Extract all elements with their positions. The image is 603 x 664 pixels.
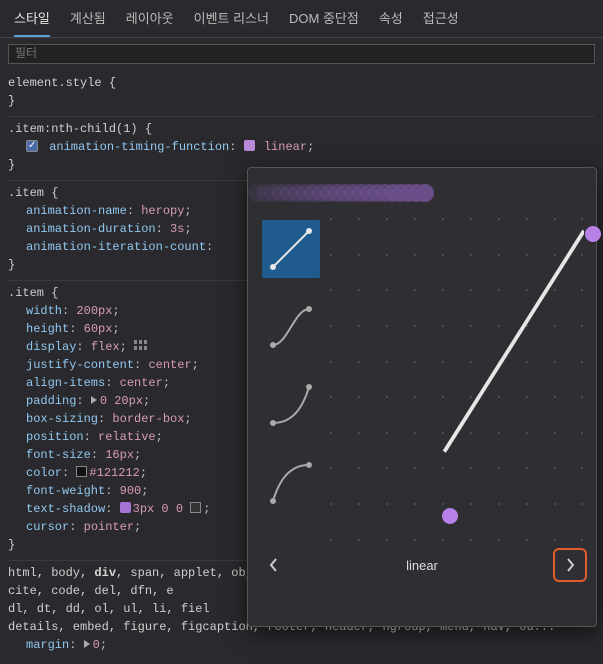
value[interactable]: 0 20px (100, 394, 143, 408)
value[interactable]: 3s (170, 222, 184, 236)
value[interactable]: center (120, 376, 163, 390)
bezier-handle-p1[interactable] (442, 508, 458, 524)
chevron-left-icon (269, 558, 279, 572)
expand-shorthand-icon[interactable] (84, 640, 90, 648)
property[interactable]: font-size (26, 448, 91, 462)
tab-styles[interactable]: 스타일 (14, 8, 50, 37)
property[interactable]: text-shadow (26, 502, 105, 516)
devtools-tab-bar: 스타일 계산됨 레이아웃 이벤트 리스너 DOM 중단점 속성 접근성 (0, 0, 603, 38)
tab-properties[interactable]: 속성 (379, 8, 403, 37)
prev-preset-button[interactable] (260, 551, 288, 579)
bezier-swatch-icon[interactable] (244, 140, 255, 151)
next-preset-button[interactable] (556, 551, 584, 579)
property[interactable]: justify-content (26, 358, 134, 372)
tab-dom-breakpoints[interactable]: DOM 중단점 (289, 8, 359, 37)
expand-shorthand-icon[interactable] (91, 396, 97, 404)
selector: element.style (8, 76, 102, 90)
property[interactable]: padding (26, 394, 76, 408)
bezier-canvas[interactable] (330, 218, 596, 542)
value[interactable]: pointer (84, 520, 134, 534)
property[interactable]: align-items (26, 376, 105, 390)
value[interactable]: 60px (84, 322, 113, 336)
value[interactable]: heropy (141, 204, 184, 218)
tab-accessibility[interactable]: 접근성 (423, 8, 459, 37)
value[interactable]: center (148, 358, 191, 372)
property[interactable]: animation-duration (26, 222, 156, 236)
open-brace: { (109, 76, 116, 90)
value[interactable]: 200px (76, 304, 112, 318)
current-preset-name: linear (406, 558, 438, 573)
color-swatch-icon[interactable] (76, 466, 87, 477)
selector: .item (8, 186, 44, 200)
preset-ease-in[interactable] (262, 376, 320, 434)
animation-preview (248, 168, 596, 218)
flex-editor-icon[interactable] (134, 340, 147, 351)
bezier-editor-popover: linear (247, 167, 597, 627)
property[interactable]: height (26, 322, 69, 336)
declaration[interactable]: animation-timing-function: linear; (8, 138, 595, 156)
rule-element-style[interactable]: element.style { } (8, 74, 595, 110)
value[interactable]: border-box (112, 412, 184, 426)
value[interactable]: 16px (105, 448, 134, 462)
filter-input[interactable] (8, 44, 595, 64)
chevron-right-icon (565, 558, 575, 572)
value[interactable]: #121212 (89, 466, 139, 480)
value[interactable]: 3px 0 0 (133, 502, 183, 516)
color-swatch-icon[interactable] (190, 502, 201, 513)
tab-layout[interactable]: 레이아웃 (126, 8, 174, 37)
preview-dot (416, 184, 434, 202)
property[interactable]: animation-timing-function (49, 140, 229, 154)
property[interactable]: color (26, 466, 62, 480)
rule-nth-child[interactable]: .item:nth-child(1) { animation-timing-fu… (8, 120, 595, 174)
preset-list (248, 218, 330, 542)
property[interactable]: animation-name (26, 204, 127, 218)
preset-linear[interactable] (262, 220, 320, 278)
shadow-swatch-icon[interactable] (120, 502, 131, 513)
enable-checkbox-icon[interactable] (26, 140, 38, 152)
value[interactable]: linear (264, 140, 307, 154)
selector: .item:nth-child(1) (8, 122, 138, 136)
preset-ease-in-out[interactable] (262, 298, 320, 356)
close-brace: } (8, 94, 15, 108)
property[interactable]: margin (26, 638, 69, 652)
property[interactable]: display (26, 340, 76, 354)
tab-computed[interactable]: 계산됨 (70, 8, 106, 37)
preset-ease-out[interactable] (262, 454, 320, 512)
property[interactable]: font-weight (26, 484, 105, 498)
property[interactable]: animation-iteration-count (26, 240, 206, 254)
filter-row (0, 38, 603, 70)
property[interactable]: width (26, 304, 62, 318)
property[interactable]: box-sizing (26, 412, 98, 426)
declaration[interactable]: margin: 0; (8, 636, 595, 654)
value[interactable]: relative (98, 430, 156, 444)
rule-separator (8, 116, 595, 117)
selector: .item (8, 286, 44, 300)
value[interactable]: 900 (120, 484, 142, 498)
property[interactable]: position (26, 430, 84, 444)
tab-event-listeners[interactable]: 이벤트 리스너 (194, 8, 269, 37)
bezier-footer: linear (248, 542, 596, 588)
property[interactable]: cursor (26, 520, 69, 534)
value[interactable]: 0 (93, 638, 100, 652)
value[interactable]: flex (91, 340, 120, 354)
